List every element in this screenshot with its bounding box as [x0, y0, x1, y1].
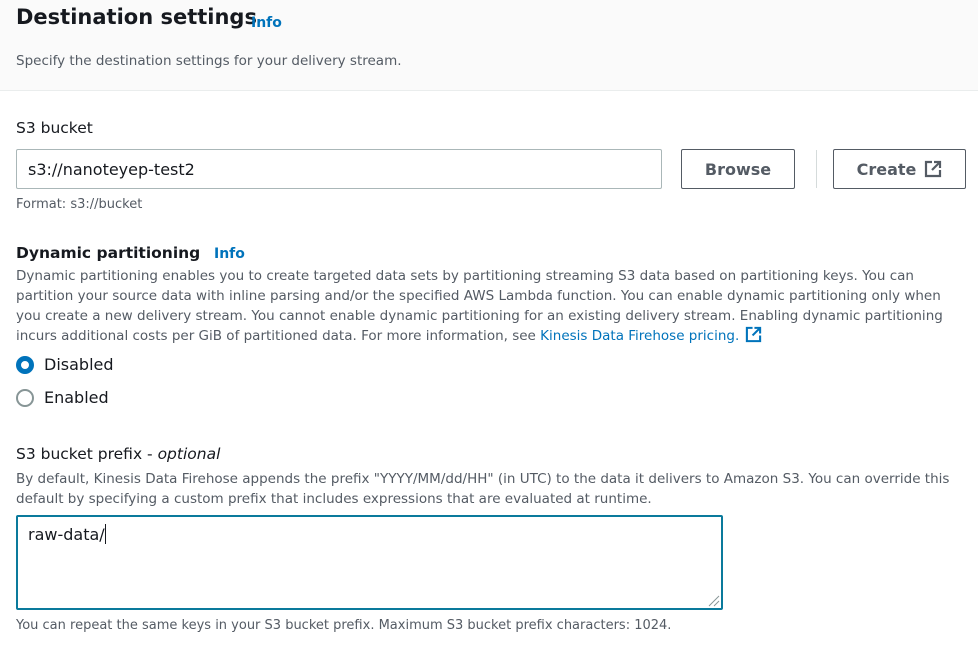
dynamic-partitioning-label: Dynamic partitioning	[16, 244, 201, 262]
external-link-icon	[925, 160, 942, 178]
s3-prefix-hint: You can repeat the same keys in your S3 …	[16, 618, 672, 633]
browse-button[interactable]: Browse	[681, 149, 795, 189]
s3-prefix-description: By default, Kinesis Data Firehose append…	[16, 469, 966, 509]
create-button[interactable]: Create	[833, 149, 966, 189]
radio-option-disabled[interactable]: Disabled	[16, 355, 114, 374]
section-description: Specify the destination settings for you…	[16, 53, 402, 69]
description-line: By default, Kinesis Data Firehose append…	[16, 471, 950, 487]
s3-prefix-textarea[interactable]: raw-data/	[16, 515, 723, 610]
optional-tag: optional	[157, 445, 221, 463]
radio-button-selected[interactable]	[16, 355, 34, 374]
s3-prefix-label-text: S3 bucket prefix -	[16, 445, 158, 463]
s3-prefix-label: S3 bucket prefix - optional	[16, 445, 220, 463]
dynamic-partitioning-info-link[interactable]: Info	[214, 246, 245, 262]
create-button-label: Create	[856, 159, 917, 179]
radio-label-disabled: Disabled	[44, 355, 114, 374]
description-line-text: incurs additional costs per GiB of parti…	[16, 328, 541, 344]
resize-grip-icon[interactable]	[706, 593, 720, 607]
radio-button[interactable]	[16, 388, 34, 407]
header-info-link[interactable]: Info	[251, 15, 282, 31]
radio-label-enabled: Enabled	[44, 388, 109, 407]
description-line: you create a new delivery stream. You ca…	[16, 308, 943, 324]
radio-option-enabled[interactable]: Enabled	[16, 388, 109, 407]
section-header: Destination settings Info Specify the de…	[0, 0, 978, 91]
s3-bucket-input[interactable]	[16, 149, 662, 189]
description-line: default by specifying a custom prefix th…	[16, 491, 652, 507]
button-divider	[816, 150, 817, 188]
browse-button-label: Browse	[704, 159, 772, 179]
section-title: Destination settings	[16, 5, 257, 29]
pricing-link-label: Kinesis Data Firehose pricing.	[540, 328, 740, 344]
description-line: partition your source data with inline p…	[16, 288, 941, 304]
s3-prefix-value: raw-data/	[28, 525, 105, 544]
s3-bucket-label: S3 bucket	[16, 119, 93, 137]
description-line: Dynamic partitioning enables you to crea…	[16, 268, 914, 284]
external-link-icon	[746, 326, 762, 343]
dynamic-partitioning-description: Dynamic partitioning enables you to crea…	[16, 266, 966, 346]
pricing-link[interactable]: Kinesis Data Firehose pricing.	[540, 326, 762, 344]
text-cursor	[104, 524, 106, 544]
description-line-last: incurs additional costs per GiB of parti…	[16, 326, 966, 346]
s3-bucket-format-hint: Format: s3://bucket	[16, 197, 143, 212]
